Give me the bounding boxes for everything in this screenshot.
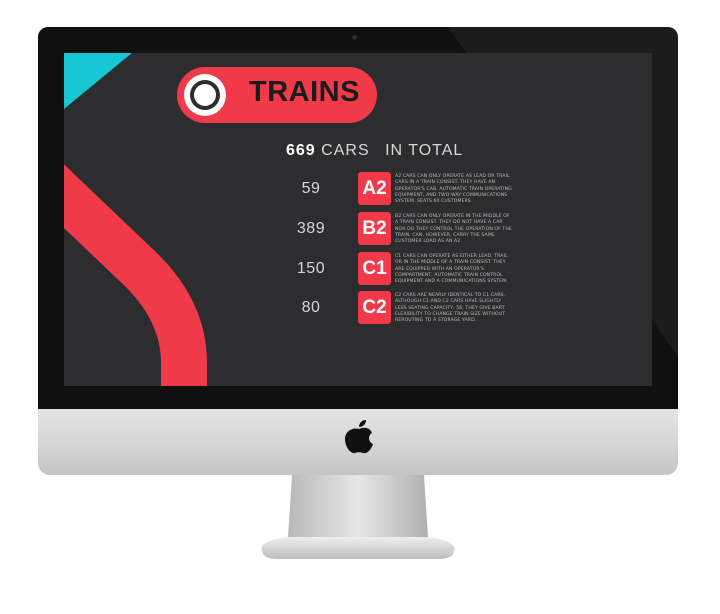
badge-c1: C1 <box>358 252 391 285</box>
total-count: 669 <box>286 142 316 159</box>
row-count-b2: 389 <box>296 220 326 237</box>
cyan-corner-triangle <box>64 53 132 109</box>
badge-b2: B2 <box>358 212 391 245</box>
description-c1: C1 cars can operate as either lead, trai… <box>395 254 508 285</box>
page-title: TRAINS <box>249 76 360 108</box>
description-b2: B2 cars can only operate in the middle o… <box>395 214 512 245</box>
row-count-c1: 150 <box>296 260 326 277</box>
row-count-c2: 80 <box>301 299 321 316</box>
total-cars-line: 669 CARS IN TOTAL <box>286 142 463 160</box>
badge-a2: A2 <box>358 172 391 205</box>
description-a2: A2 cars can only operate as lead or trai… <box>395 174 512 205</box>
apple-logo-icon <box>345 420 373 454</box>
total-unit: CARS <box>321 142 370 159</box>
badge-c2: C2 <box>358 291 391 324</box>
total-suffix: IN TOTAL <box>385 142 464 159</box>
row-count-a2: 59 <box>301 180 321 197</box>
red-track-stripe <box>64 164 207 386</box>
camera-icon <box>352 35 357 40</box>
description-c2: C2 cars are nearly identical to C1 cars.… <box>395 293 506 324</box>
ring-icon-core <box>194 84 216 106</box>
monitor-stand <box>261 475 455 559</box>
